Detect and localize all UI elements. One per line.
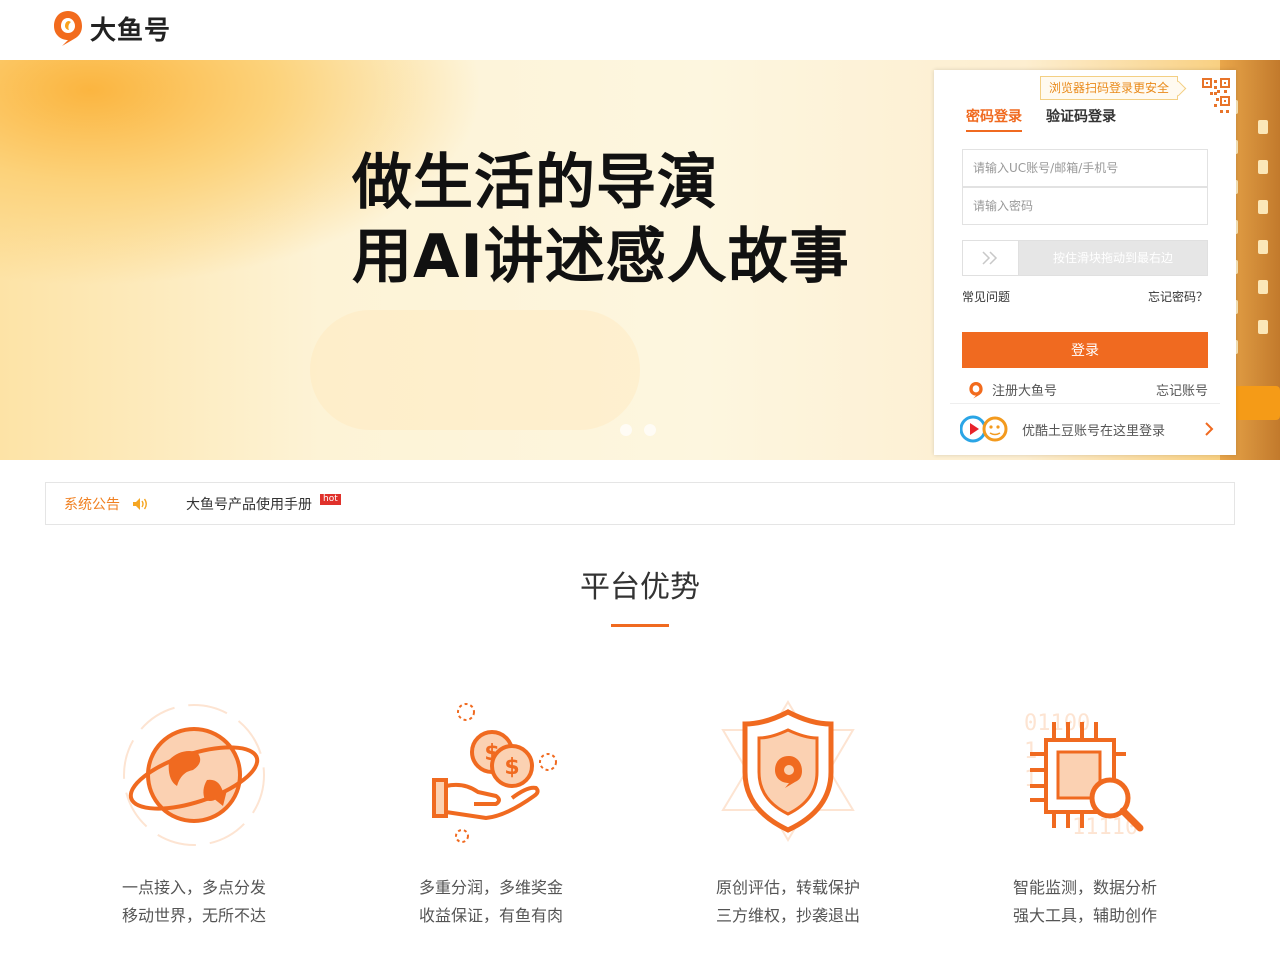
- film-hole: [1258, 120, 1268, 134]
- svg-text:$: $: [504, 755, 519, 780]
- advantage-line-1: 多重分润，多维奖金: [418, 878, 563, 897]
- advantage-line-1: 一点接入，多点分发: [121, 878, 266, 897]
- chevron-right-icon: [1205, 422, 1214, 436]
- advantage-item: 原创评估，转载保护 三方维权，抄袭退出: [638, 700, 938, 930]
- manual-link[interactable]: 大鱼号产品使用手册 hot: [186, 493, 341, 514]
- shield-icon: [721, 700, 855, 842]
- advantage-line-2: 三方维权，抄袭退出: [715, 906, 860, 925]
- globe-icon: [123, 704, 265, 846]
- notice-label: 系统公告: [64, 496, 120, 513]
- qr-code-icon[interactable]: [1188, 76, 1232, 120]
- password-input[interactable]: [962, 187, 1208, 225]
- divider: [950, 403, 1220, 404]
- banner-headline: 做生活的导演 用AI讲述感人故事: [352, 146, 850, 294]
- banner-line-2: 用AI讲述感人故事: [352, 222, 850, 292]
- advantage-text: 智能监测，数据分析 强大工具，辅助创作: [935, 874, 1235, 930]
- film-hole: [1258, 320, 1268, 334]
- dayu-small-logo-icon: [969, 381, 983, 399]
- svg-text:1: 1: [1024, 739, 1037, 764]
- carousel-dot[interactable]: [620, 424, 632, 436]
- film-frame: [1234, 386, 1280, 420]
- film-hole: [1258, 160, 1268, 174]
- tab-password-login[interactable]: 密码登录: [966, 106, 1022, 132]
- chip-search-icon: 01100 1 1 11110: [1024, 711, 1144, 840]
- film-hole: [1258, 280, 1268, 294]
- banner-line-1: 做生活的导演: [352, 148, 718, 218]
- coins-hand-icon: $ $: [432, 703, 557, 843]
- tab-code-login[interactable]: 验证码登录: [1046, 106, 1116, 132]
- slider-hint: 按住滑块拖动到最右边: [1052, 251, 1173, 265]
- advantage-item: $ $ 多重分润，多维奖金 收益保证，有鱼有肉: [341, 700, 641, 930]
- qr-login-tip: 浏览器扫码登录更安全: [1040, 76, 1179, 100]
- double-chevron-right-icon: [981, 251, 997, 265]
- youku-login-link[interactable]: 优酷土豆账号在这里登录: [960, 414, 1214, 444]
- logo-text: 大鱼号: [90, 15, 172, 46]
- header: 大鱼号: [0, 0, 1280, 60]
- forgot-account-link[interactable]: 忘记账号: [1156, 380, 1208, 399]
- account-input[interactable]: [962, 149, 1208, 187]
- advantage-item: 01100 1 1 11110 智能监测，数据分析 强大工具，辅助创作: [935, 700, 1235, 930]
- help-links: 常见问题 忘记密码？: [962, 288, 1208, 305]
- advantage-text: 一点接入，多点分发 移动世界，无所不达: [44, 874, 344, 930]
- advantage-item: 一点接入，多点分发 移动世界，无所不达: [44, 700, 344, 930]
- speaker-icon: [133, 497, 147, 510]
- notice-bar: 系统公告 大鱼号产品使用手册 hot: [45, 482, 1235, 525]
- advantage-text: 多重分润，多维奖金 收益保证，有鱼有肉: [341, 874, 641, 930]
- slider-handle[interactable]: [963, 241, 1019, 275]
- banner-glow: [310, 310, 640, 430]
- youku-tudou-icon: [960, 415, 1008, 443]
- register-label: 注册大鱼号: [992, 384, 1058, 399]
- advantage-line-1: 原创评估，转载保护: [715, 878, 860, 897]
- section-title: 平台优势: [580, 570, 700, 605]
- register-link[interactable]: 注册大鱼号: [968, 380, 1057, 399]
- login-panel: 浏览器扫码登录更安全 密码登录 验证码登录 按住滑块拖动到最右边 常见问题 忘记…: [934, 70, 1236, 455]
- slide-verify: 按住滑块拖动到最右边: [962, 240, 1208, 276]
- login-button[interactable]: 登录: [962, 332, 1208, 368]
- dayu-logo-icon: [54, 11, 82, 46]
- forgot-password-link[interactable]: 忘记密码？: [1148, 288, 1208, 305]
- advantage-line-2: 强大工具，辅助创作: [1012, 906, 1157, 925]
- register-row: 注册大鱼号 忘记账号: [968, 380, 1208, 399]
- film-hole: [1258, 200, 1268, 214]
- advantage-line-2: 移动世界，无所不达: [121, 906, 266, 925]
- faq-link[interactable]: 常见问题: [962, 288, 1010, 305]
- hot-badge: hot: [320, 493, 341, 505]
- title-underline: [611, 624, 669, 627]
- manual-link-label: 大鱼号产品使用手册: [186, 496, 312, 513]
- advantage-line-2: 收益保证，有鱼有肉: [418, 906, 563, 925]
- carousel-dots: [620, 424, 656, 436]
- carousel-dot[interactable]: [644, 424, 656, 436]
- advantage-line-1: 智能监测，数据分析: [1012, 878, 1157, 897]
- logo-link[interactable]: 大鱼号: [52, 8, 171, 48]
- advantage-text: 原创评估，转载保护 三方维权，抄袭退出: [638, 874, 938, 930]
- youku-login-label: 优酷土豆账号在这里登录: [1022, 423, 1166, 439]
- login-tabs: 密码登录 验证码登录: [966, 106, 1116, 132]
- film-hole: [1258, 240, 1268, 254]
